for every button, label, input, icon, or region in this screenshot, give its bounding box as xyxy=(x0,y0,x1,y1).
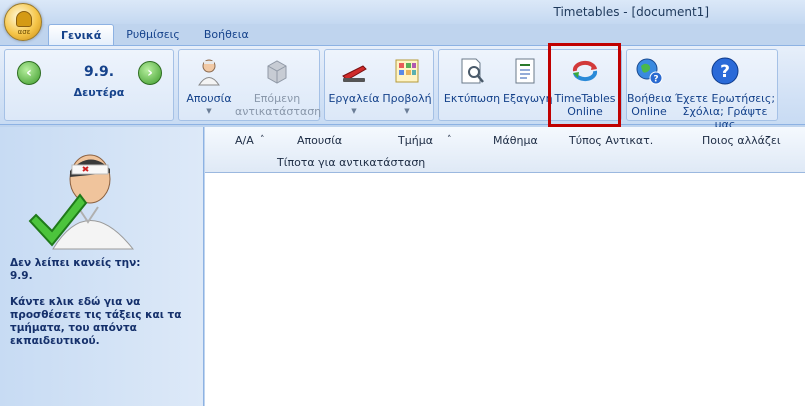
column-header-who-changes[interactable]: Ποιος αλλάζει xyxy=(702,134,781,147)
empty-grid-message: Τίποτα για αντικατάσταση xyxy=(277,156,426,169)
column-header-replacement-type[interactable]: Τύπος Αντικατ. xyxy=(569,134,653,147)
current-date: 9.9. xyxy=(83,64,115,80)
title-bar: Timetables - [document1] xyxy=(0,0,805,24)
highlight-box xyxy=(548,43,621,127)
print-preview-icon xyxy=(461,58,484,84)
stapler-icon xyxy=(342,65,367,82)
print-button[interactable]: Εκτύπωση xyxy=(441,52,503,105)
absence-button[interactable]: Απουσία ▼ xyxy=(181,52,237,118)
window-title: Timetables - [document1] xyxy=(553,5,709,19)
help-online-label-2: Online xyxy=(631,105,667,118)
tab-general[interactable]: Γενικά xyxy=(48,24,115,46)
next-day-button[interactable]: › xyxy=(138,61,162,85)
app-menu-button[interactable]: ασε xyxy=(4,3,42,41)
person-icon xyxy=(198,59,220,86)
next-replacement-label: Επόμενη αντικατάσταση xyxy=(235,92,322,118)
teacher-check-icon xyxy=(28,154,135,250)
tab-settings[interactable]: Ρυθμίσεις xyxy=(114,24,192,46)
export-label: Εξαγωγή xyxy=(503,92,553,105)
chevron-down-icon: ▼ xyxy=(404,107,410,115)
left-pane[interactable]: Δεν λείπει κανείς την: 9.9. Κάντε κλικ ε… xyxy=(0,127,204,406)
export-document-icon xyxy=(515,58,535,84)
globe-help-icon: ? xyxy=(636,58,663,85)
current-day: Δευτέρα xyxy=(73,86,125,99)
tab-help[interactable]: Βοήθεια xyxy=(192,24,261,46)
column-header-absence[interactable]: Απουσία xyxy=(297,134,342,147)
grid-header: Α/Α ˄ Απουσία Τμήμα ˄ Μάθημα Τύπος Αντικ… xyxy=(205,127,805,173)
column-header-class[interactable]: Τμήμα xyxy=(398,134,433,147)
package-icon xyxy=(267,60,287,84)
svg-text:?: ? xyxy=(720,62,730,82)
chevron-down-icon: ▼ xyxy=(351,107,357,115)
absence-label: Απουσία xyxy=(186,92,232,105)
question-icon: ? xyxy=(711,57,739,85)
tools-label: Εργαλεία xyxy=(328,92,380,105)
grid-view-icon xyxy=(395,59,419,83)
tools-button[interactable]: Εργαλεία ▼ xyxy=(327,52,381,118)
view-button[interactable]: Προβολή ▼ xyxy=(381,52,433,118)
help-group: ? Βοήθεια Online ? Έχετε Ερωτήσεις; Σχόλ… xyxy=(626,49,778,131)
sort-asc-icon: ˄ xyxy=(447,135,452,145)
print-label: Εκτύπωση xyxy=(443,92,501,105)
tools-group: Εργαλεία ▼ Προβολή ▼ xyxy=(324,49,434,121)
chevron-down-icon: ▼ xyxy=(206,107,212,115)
export-button[interactable]: Εξαγωγή xyxy=(503,52,553,105)
feedback-label-1: Έχετε Ερωτήσεις; xyxy=(674,92,776,105)
no-absence-message[interactable]: Δεν λείπει κανείς την: 9.9. Κάντε κλικ ε… xyxy=(10,257,200,348)
app-orb-label: ασε xyxy=(17,28,31,36)
date-nav-group: ‹ 9.9. Δευτέρα › xyxy=(4,49,174,121)
column-header-aa[interactable]: Α/Α xyxy=(235,134,254,147)
sort-asc-icon: ˄ xyxy=(260,135,265,145)
replacements-grid[interactable]: Α/Α ˄ Απουσία Τμήμα ˄ Μάθημα Τύπος Αντικ… xyxy=(205,127,805,406)
view-label: Προβολή xyxy=(382,92,432,105)
prev-day-button[interactable]: ‹ xyxy=(17,61,41,85)
feedback-button[interactable]: ? Έχετε Ερωτήσεις; Σχόλια; Γράψτε μας xyxy=(671,52,779,131)
bell-icon xyxy=(16,11,32,27)
svg-text:?: ? xyxy=(653,75,658,85)
help-online-button[interactable]: ? Βοήθεια Online xyxy=(627,52,672,118)
column-header-lesson[interactable]: Μάθημα xyxy=(493,134,538,147)
next-replacement-button[interactable]: Επόμενη αντικατάσταση xyxy=(235,52,322,118)
ribbon-tabs: Γενικά Ρυθμίσεις Βοήθεια xyxy=(48,24,261,46)
ribbon: ‹ 9.9. Δευτέρα › Απουσία ▼ Επόμενη αντικ… xyxy=(0,45,805,131)
help-online-label-1: Βοήθεια xyxy=(627,92,672,105)
absence-group: Απουσία ▼ Επόμενη αντικατάσταση xyxy=(178,49,322,121)
